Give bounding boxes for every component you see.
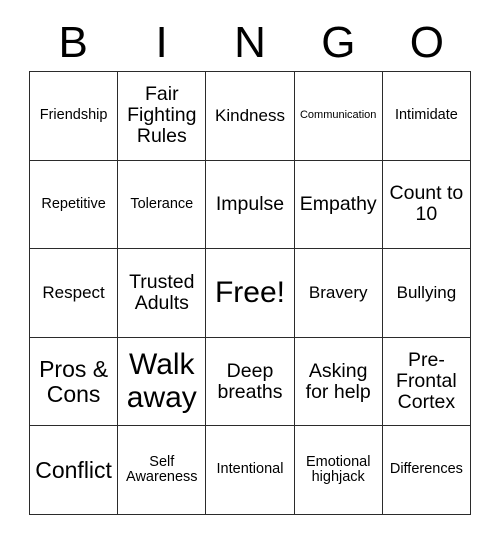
bingo-cell-free[interactable]: Free! — [206, 249, 295, 338]
bingo-cell-label: Impulse — [215, 192, 285, 215]
bingo-cell-label: Intentional — [216, 461, 284, 478]
bingo-cell[interactable]: Conflict — [30, 426, 119, 515]
bingo-cell[interactable]: Deep breaths — [206, 337, 295, 427]
bingo-cell[interactable]: Walk away — [118, 337, 207, 427]
bingo-cell[interactable]: Fair Fighting Rules — [118, 72, 207, 161]
bingo-cell-label: Deep breaths — [217, 359, 283, 403]
bingo-cell-label: Count to 10 — [389, 182, 464, 226]
bingo-cell[interactable]: Communication — [294, 72, 383, 161]
bingo-cell[interactable]: Differences — [382, 426, 471, 515]
bingo-cell-label: Emotional highjack — [305, 453, 371, 486]
bingo-cell[interactable]: Asking for help — [294, 337, 383, 427]
bingo-cell-label: Asking for help — [305, 359, 371, 403]
bingo-cell[interactable]: Respect — [30, 249, 119, 338]
bingo-cell-label: Fair Fighting Rules — [127, 83, 197, 148]
bingo-grid: Friendship Fair Fighting Rules Kindness … — [29, 71, 471, 515]
bingo-cell-label: Pre-Frontal Cortex — [396, 349, 457, 414]
bingo-cell-label: Bravery — [308, 282, 368, 302]
bingo-header-letter-b: B — [58, 17, 88, 67]
bingo-card: B I N G O Friendship Fair Fighting Rules… — [0, 0, 500, 544]
bingo-cell[interactable]: Intentional — [206, 426, 295, 515]
bingo-header-letter-n: N — [234, 17, 266, 67]
bingo-cell-label: Free! — [214, 275, 285, 309]
bingo-cell-label: Respect — [42, 282, 105, 302]
bingo-cell-label: Tolerance — [130, 195, 194, 212]
bingo-cell-label: Differences — [389, 461, 463, 478]
bingo-cell-label: Repetitive — [41, 195, 106, 212]
bingo-cell-label: Trusted Adults — [129, 270, 195, 314]
bingo-cell-label: Pros & Cons — [39, 355, 109, 407]
bingo-cell[interactable]: Self Awareness — [118, 426, 207, 515]
bingo-cell-label: Empathy — [299, 192, 377, 215]
bingo-cell[interactable]: Trusted Adults — [118, 249, 207, 338]
bingo-cell[interactable]: Count to 10 — [382, 160, 471, 250]
bingo-cell-label: Conflict — [35, 456, 112, 483]
bingo-cell-label: Friendship — [39, 106, 108, 123]
bingo-cell[interactable]: Impulse — [206, 160, 295, 250]
bingo-cell-label: Communication — [299, 108, 377, 121]
bingo-cell[interactable]: Repetitive — [30, 160, 119, 250]
bingo-cell[interactable]: Empathy — [294, 160, 383, 250]
bingo-cell[interactable]: Bravery — [294, 249, 383, 338]
bingo-cell-label: Walk away — [126, 348, 197, 414]
bingo-cell-label: Self Awareness — [126, 453, 198, 486]
bingo-header-row: B I N G O — [29, 14, 471, 71]
bingo-cell-label: Bullying — [396, 282, 457, 302]
bingo-cell[interactable]: Pros & Cons — [30, 337, 119, 427]
bingo-header-letter-o: O — [409, 17, 444, 67]
bingo-cell[interactable]: Pre-Frontal Cortex — [382, 337, 471, 427]
bingo-cell[interactable]: Bullying — [382, 249, 471, 338]
bingo-header-letter-i: I — [155, 17, 168, 67]
bingo-cell[interactable]: Tolerance — [118, 160, 207, 250]
bingo-cell[interactable]: Friendship — [30, 72, 119, 161]
bingo-cell-label: Kindness — [215, 105, 285, 125]
bingo-header-letter-g: G — [321, 17, 356, 67]
bingo-cell[interactable]: Intimidate — [382, 72, 471, 161]
bingo-cell-label: Intimidate — [394, 106, 458, 123]
bingo-cell[interactable]: Emotional highjack — [294, 426, 383, 515]
bingo-cell[interactable]: Kindness — [206, 72, 295, 161]
